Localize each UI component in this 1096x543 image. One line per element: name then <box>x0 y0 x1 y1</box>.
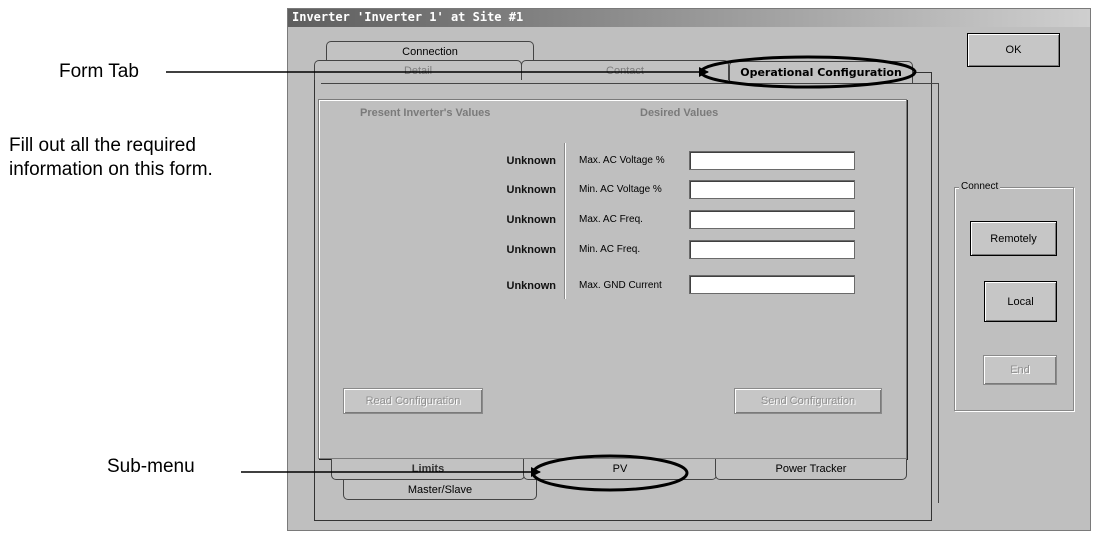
tab-operational-configuration[interactable]: Operational Configuration <box>729 61 913 83</box>
label-min-ac-voltage: Min. AC Voltage % <box>579 184 662 195</box>
label-max-ac-freq: Max. AC Freq. <box>579 214 643 225</box>
label-max-ac-voltage: Max. AC Voltage % <box>579 155 665 166</box>
max-ac-freq-input[interactable] <box>689 210 855 229</box>
label-max-gnd-current: Max. GND Current <box>579 280 662 291</box>
min-ac-voltage-input[interactable] <box>689 180 855 199</box>
present-value-max-ac-freq: Unknown <box>506 214 557 226</box>
instructions-annotation: Fill out all the required information on… <box>9 135 213 180</box>
tab-connection[interactable]: Connection <box>326 41 534 61</box>
subtab-power-tracker[interactable]: Power Tracker <box>715 459 907 480</box>
local-button[interactable]: Local <box>984 281 1057 322</box>
send-configuration-button[interactable]: Send Configuration <box>734 388 882 414</box>
read-configuration-button[interactable]: Read Configuration <box>343 388 483 414</box>
tab-detail[interactable]: Detail <box>314 60 522 80</box>
remotely-button[interactable]: Remotely <box>970 221 1057 256</box>
present-value-max-gnd-current: Unknown <box>506 280 557 292</box>
column-separator <box>564 143 566 299</box>
subtab-master-slave[interactable]: Master/Slave <box>343 480 537 500</box>
subtab-limits[interactable]: Limits <box>331 459 525 480</box>
present-value-max-ac-voltage: Unknown <box>506 155 557 167</box>
present-value-min-ac-voltage: Unknown <box>506 184 557 196</box>
max-ac-voltage-input[interactable] <box>689 151 855 170</box>
window-title: Inverter 'Inverter 1' at Site #1 <box>292 10 524 24</box>
present-values-header: Present Inverter's Values <box>360 107 491 119</box>
ok-button[interactable]: OK <box>967 33 1060 67</box>
form-tab-annotation: Form Tab <box>59 61 139 82</box>
min-ac-freq-input[interactable] <box>689 240 855 259</box>
inverter-window: Inverter 'Inverter 1' at Site #1 Connect… <box>287 8 1091 531</box>
connect-group-label: Connect <box>959 181 1001 192</box>
max-gnd-current-input[interactable] <box>689 275 855 294</box>
end-button[interactable]: End <box>983 355 1057 385</box>
desired-values-header: Desired Values <box>640 107 719 119</box>
sub-menu-annotation: Sub-menu <box>107 456 195 477</box>
subtab-pv[interactable]: PV <box>523 459 717 480</box>
title-bar: Inverter 'Inverter 1' at Site #1 <box>288 9 1090 27</box>
tab-contact[interactable]: Contact <box>521 60 729 80</box>
present-value-min-ac-freq: Unknown <box>506 244 557 256</box>
label-min-ac-freq: Min. AC Freq. <box>579 244 641 255</box>
